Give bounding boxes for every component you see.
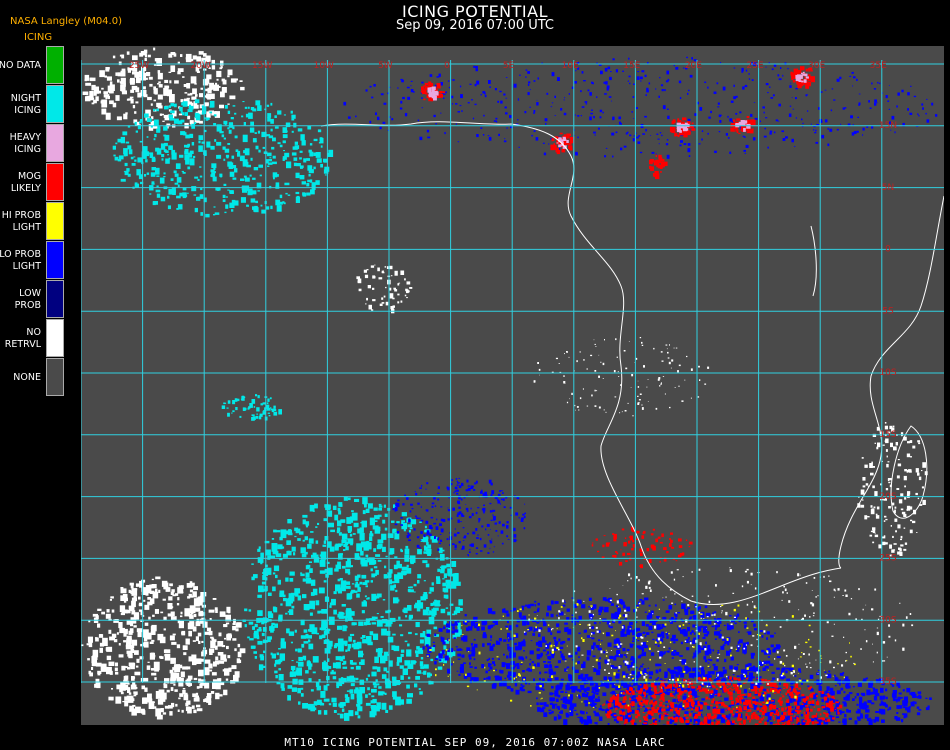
legend-item: LO PROB LIGHT xyxy=(0,241,65,280)
legend-item: HEAVY ICING xyxy=(0,124,65,163)
legend-item: HI PROB LIGHT xyxy=(0,202,65,241)
icing-patches xyxy=(81,47,938,725)
lon-label: 5W xyxy=(378,61,393,71)
legend-item-label: NO DATA xyxy=(0,59,41,71)
lon-label: 25W xyxy=(129,61,149,71)
legend-item-label: NIGHT ICING xyxy=(10,92,41,116)
legend-swatch xyxy=(46,46,64,84)
legend-swatch xyxy=(46,163,64,201)
icing-patch xyxy=(81,576,246,720)
lat-lon-grid xyxy=(81,60,944,683)
map-datetime: Sep 09, 2016 07:00 UTC xyxy=(395,18,555,33)
legend-item-label: HEAVY ICING xyxy=(9,131,41,155)
lon-label: 20E xyxy=(685,61,702,71)
lat-label: 25S xyxy=(879,554,896,564)
icing-patch xyxy=(82,47,245,131)
lon-label: 15E xyxy=(623,61,640,71)
icing-patch xyxy=(523,567,914,688)
lon-label: 25E xyxy=(746,61,763,71)
lon-label: 35E xyxy=(870,61,887,71)
legend-item: NIGHT ICING xyxy=(0,85,65,124)
lat-label: 5S xyxy=(882,306,894,316)
lat-label: 5N xyxy=(882,183,894,193)
legend-swatch xyxy=(46,241,64,279)
icing-patch xyxy=(221,394,282,421)
legend-item: NONE xyxy=(0,358,65,397)
legend-swatch xyxy=(46,202,64,240)
lat-label: 20S xyxy=(879,492,896,502)
legend-swatch xyxy=(46,319,64,357)
lon-label: 30E xyxy=(808,61,825,71)
legend-swatch xyxy=(46,124,64,162)
lon-label: 10E xyxy=(562,61,579,71)
legend-item-label: NO RETRVL xyxy=(4,326,41,350)
icing-patch xyxy=(356,264,413,314)
legend-item: MOG LIKELY xyxy=(0,163,65,202)
icing-map[interactable]: 25W 20W 15W 10W 5W 0 5E 10E 15E 20E 25E 30E 35E 15N 5N… xyxy=(81,46,944,725)
legend-item: NO DATA xyxy=(0,46,65,85)
legend-item-label: MOG LIKELY xyxy=(10,170,41,194)
lat-label: 15S xyxy=(879,430,896,440)
lat-label: 10S xyxy=(879,368,896,378)
icing-patch xyxy=(112,99,334,218)
map-canvas: 25W 20W 15W 10W 5W 0 5E 10E 15E 20E 25E 30E 35E 15N 5N… xyxy=(81,47,944,725)
legend-item-label: NONE xyxy=(13,371,41,383)
legend-item-label: LOW PROB xyxy=(14,287,41,311)
legend-item: LOW PROB xyxy=(0,280,65,319)
lon-label: 10W xyxy=(314,61,334,71)
legend-swatch xyxy=(46,85,64,123)
lat-label: 0 xyxy=(885,245,891,255)
lon-label: 5E xyxy=(503,61,515,71)
legend: NO DATA NIGHT ICING HEAVY ICING MOG LIKELY HI P… xyxy=(0,46,65,397)
legend-title: ICING xyxy=(24,32,53,43)
icing-patch xyxy=(649,154,668,180)
footer-caption: MT10 ICING POTENTIAL SEP 09, 2016 07:00Z… xyxy=(284,736,666,749)
coastline-east-africa xyxy=(838,195,944,569)
legend-item-label: HI PROB LIGHT xyxy=(1,209,41,233)
icing-patch xyxy=(343,56,938,159)
lake-outline xyxy=(810,225,817,297)
lon-label: 15W xyxy=(252,61,272,71)
legend-item: NO RETRVL xyxy=(0,319,65,358)
legend-swatch xyxy=(46,358,64,396)
lat-label: 30S xyxy=(879,615,896,625)
lon-label: 20W xyxy=(190,61,210,71)
lon-label: 0 xyxy=(444,61,450,71)
icing-patch xyxy=(591,526,693,569)
icing-patch xyxy=(392,477,526,557)
icing-patch xyxy=(242,496,463,721)
lat-label: 15N xyxy=(879,121,897,131)
legend-swatch xyxy=(46,280,64,318)
legend-item-label: LO PROB LIGHT xyxy=(0,248,41,272)
lat-label: 35S xyxy=(879,677,896,687)
